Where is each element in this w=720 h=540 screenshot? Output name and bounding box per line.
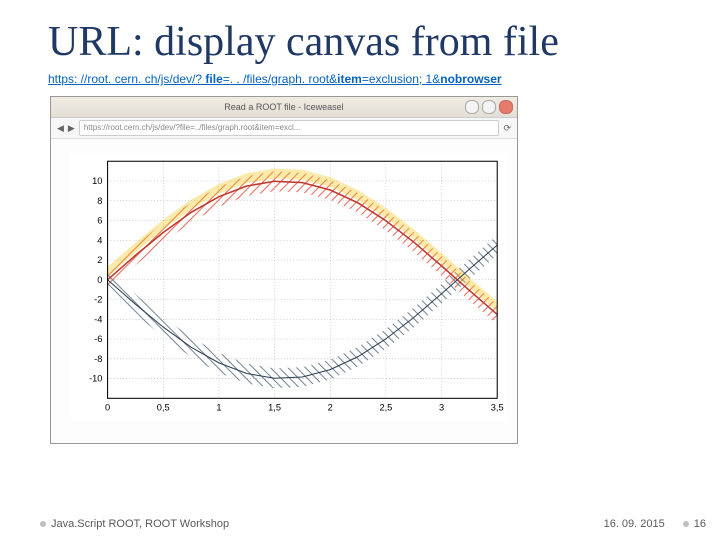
maximize-icon: [482, 100, 496, 114]
svg-text:0: 0: [97, 275, 102, 285]
back-icon: ◀: [57, 123, 64, 134]
browser-toolbar: ◀ ▶ https://root.cern.ch/js/dev/?file=..…: [51, 118, 517, 139]
footer-left: Java.Script ROOT, ROOT Workshop: [51, 518, 229, 530]
bullet-icon: [40, 521, 46, 527]
svg-text:-8: -8: [94, 354, 102, 364]
address-bar: https://root.cern.ch/js/dev/?file=../fil…: [79, 120, 500, 136]
window-titlebar: Read a ROOT file - Iceweasel: [51, 97, 517, 118]
url-seg-3: =exclusion; 1&: [362, 72, 440, 86]
plot-canvas: 0 0,5 1 1,5 2 2,5 3 3,5 -10 -8 -6 -4 -2 0 2 4 6 8 10: [71, 153, 507, 421]
svg-text:-10: -10: [89, 374, 102, 384]
svg-text:1: 1: [216, 403, 221, 413]
reload-icon: ⟳: [503, 123, 511, 134]
chart-svg: 0 0,5 1 1,5 2 2,5 3 3,5 -10 -8 -6 -4 -2 0 2 4 6 8 10: [71, 153, 507, 421]
svg-text:-6: -6: [94, 334, 102, 344]
svg-text:2: 2: [328, 403, 333, 413]
url-bold-nobrowser: nobrowser: [440, 72, 501, 86]
minimize-icon: [465, 100, 479, 114]
svg-text:0: 0: [105, 403, 110, 413]
svg-text:8: 8: [97, 196, 102, 206]
url-seg-1: https: //root. cern. ch/js/dev/?: [48, 72, 205, 86]
svg-text:6: 6: [97, 216, 102, 226]
svg-text:3: 3: [439, 403, 444, 413]
svg-text:10: 10: [92, 176, 102, 186]
url-bold-file: file: [205, 72, 222, 86]
forward-icon: ▶: [68, 123, 75, 134]
svg-text:0,5: 0,5: [157, 403, 170, 413]
url-seg-2: =. . /files/graph. root&: [223, 72, 337, 86]
url-bold-item: item: [337, 72, 362, 86]
footer-page: 16: [694, 518, 706, 530]
slide-title: URL: display canvas from file: [0, 0, 720, 72]
svg-text:-4: -4: [94, 314, 102, 324]
svg-text:2: 2: [97, 255, 102, 265]
window-title: Read a ROOT file - Iceweasel: [51, 97, 517, 117]
bullet-icon: [683, 521, 689, 527]
svg-text:2,5: 2,5: [379, 403, 392, 413]
svg-text:3,5: 3,5: [491, 403, 504, 413]
svg-text:4: 4: [97, 235, 102, 245]
browser-screenshot: Read a ROOT file - Iceweasel ◀ ▶ https:/…: [50, 96, 518, 444]
close-icon: [499, 100, 513, 114]
url-link[interactable]: https: //root. cern. ch/js/dev/? file=. …: [0, 72, 720, 92]
footer-date: 16. 09. 2015: [604, 518, 665, 530]
svg-text:1,5: 1,5: [268, 403, 281, 413]
slide-footer: Java.Script ROOT, ROOT Workshop 16. 09. …: [0, 518, 720, 530]
svg-text:-2: -2: [94, 295, 102, 305]
